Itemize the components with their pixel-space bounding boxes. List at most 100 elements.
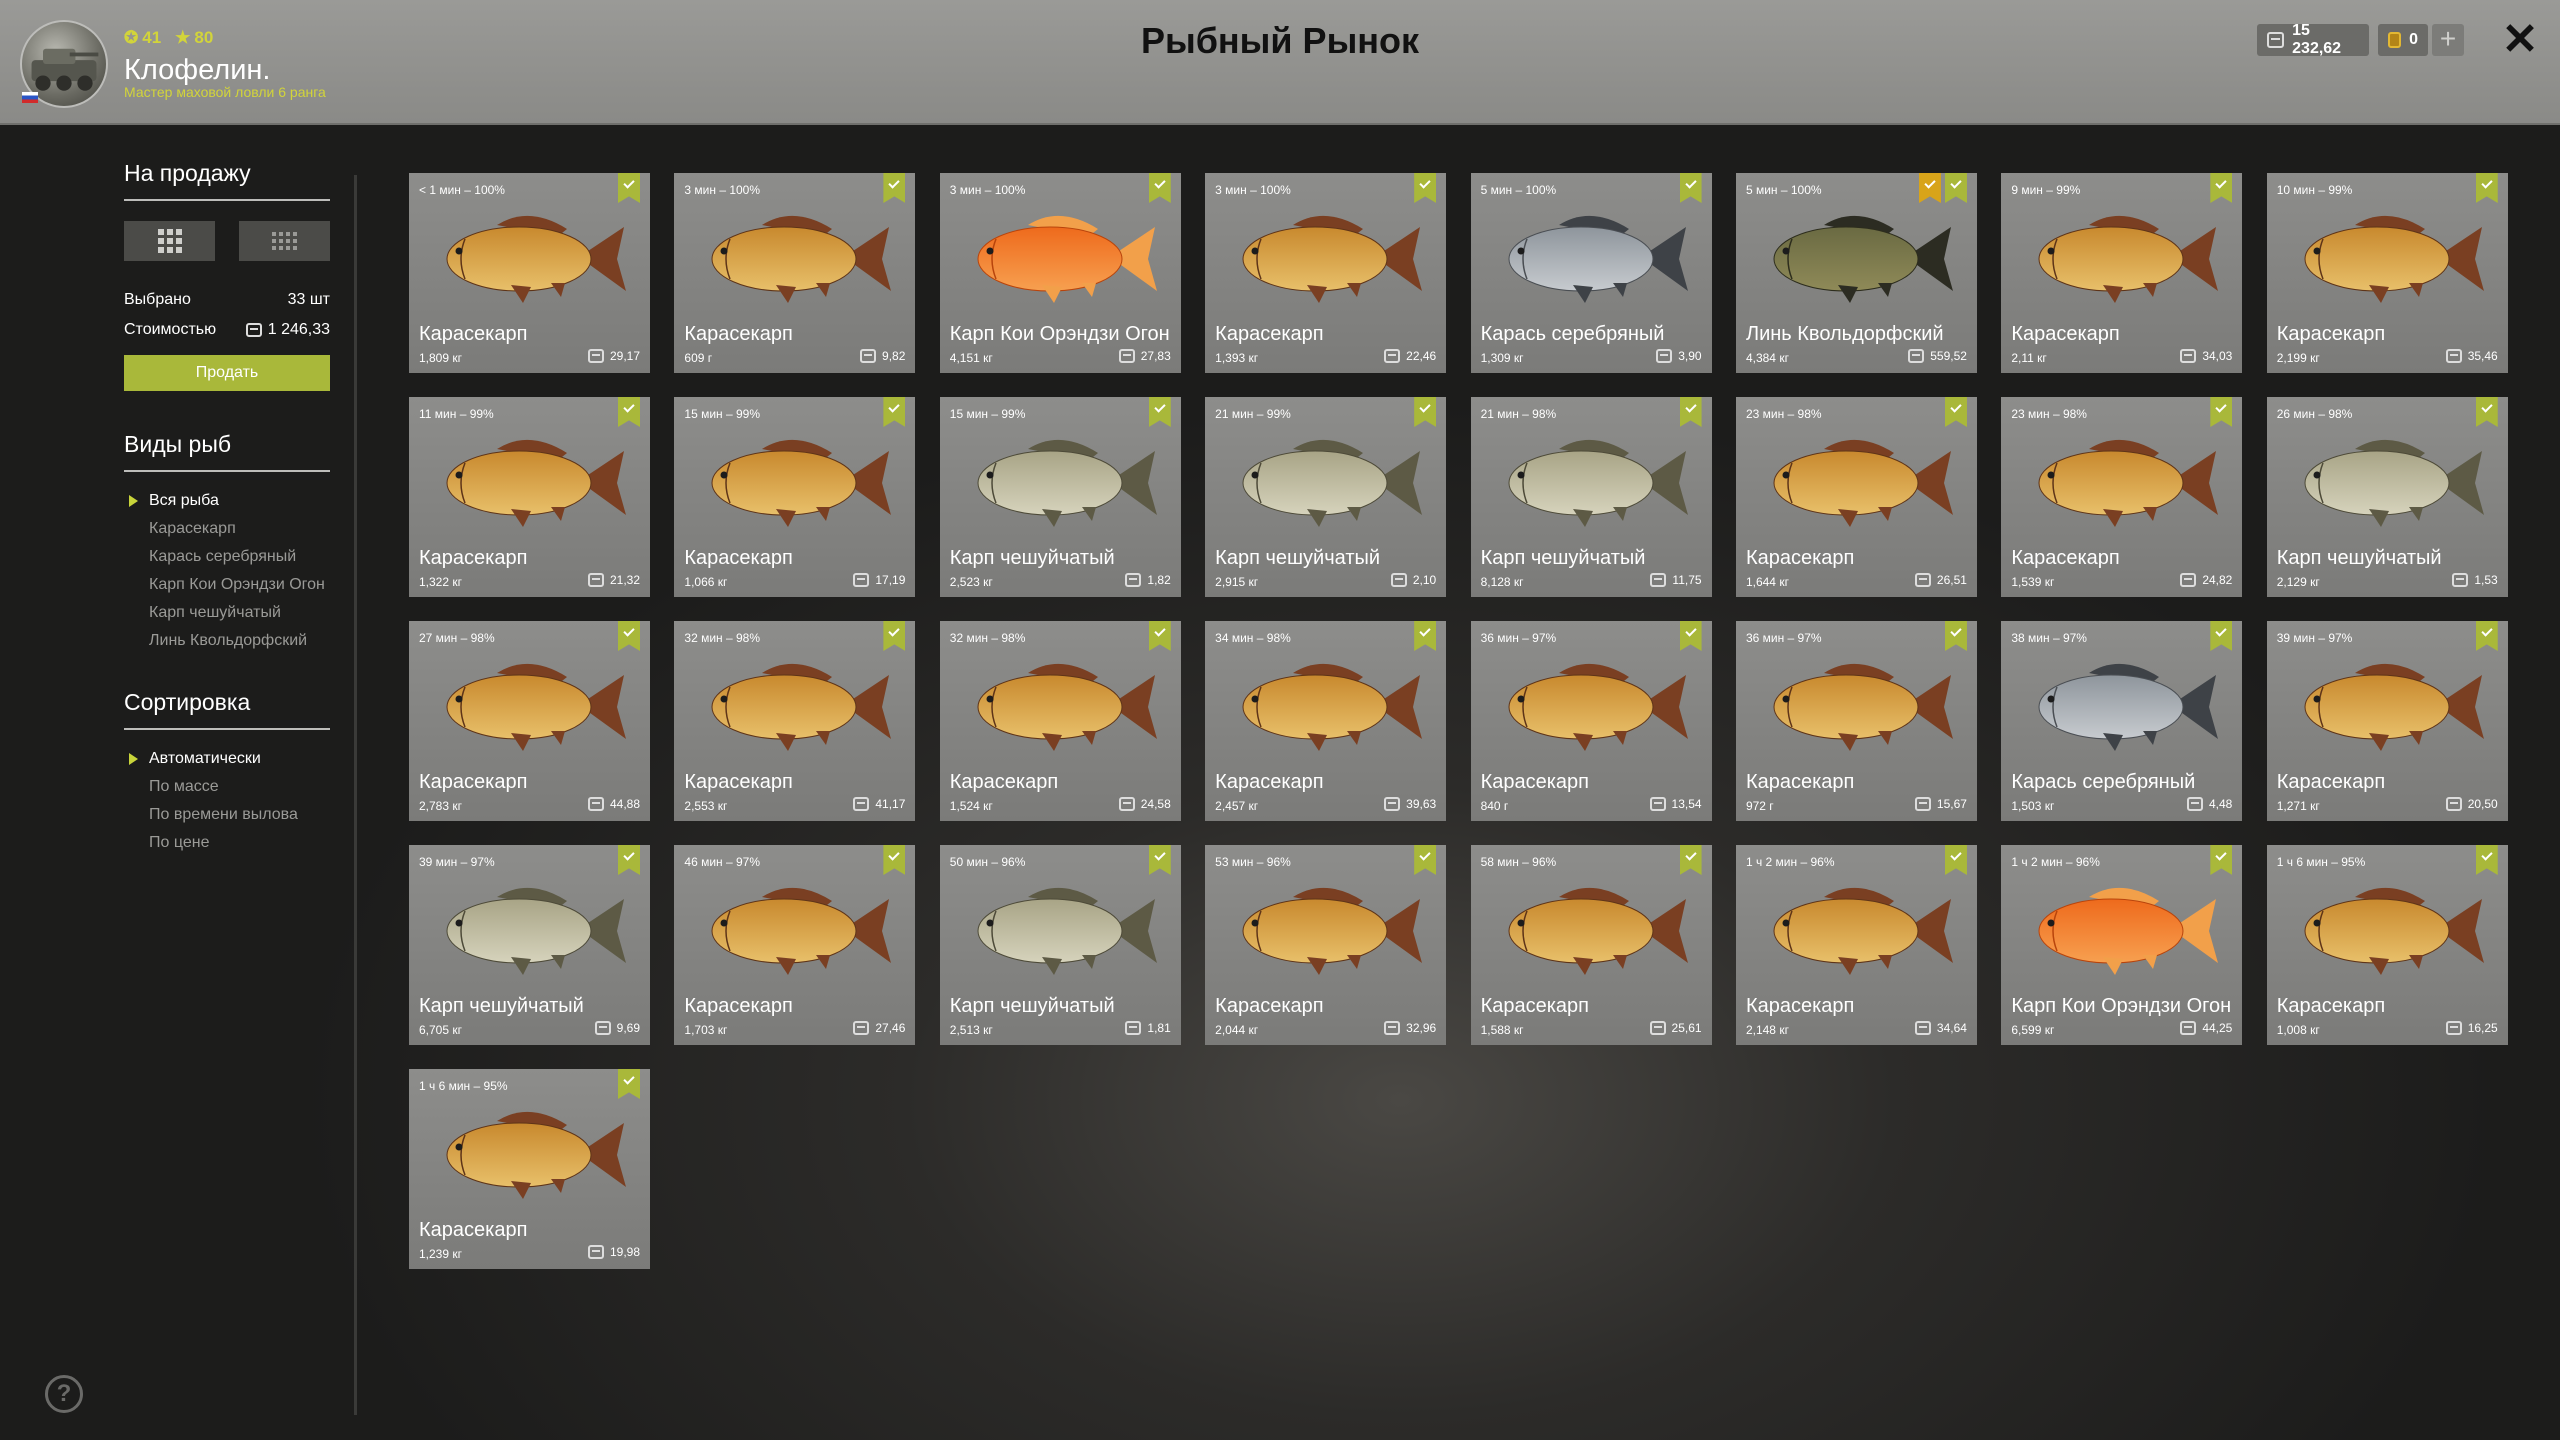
fish-weight: 6,705 кг <box>419 1023 462 1037</box>
add-currency-button[interactable]: + <box>2432 24 2464 56</box>
fish-name: Карп чешуйчатый <box>419 995 584 1017</box>
fish-card[interactable]: 26 мин – 98% Карп чешуйчатый 2,129 кг 1,53 <box>2266 397 2508 597</box>
fish-card[interactable]: 50 мин – 96% Карп чешуйчатый 2,513 кг 1,81 <box>939 845 1181 1045</box>
sell-button[interactable]: Продать <box>124 355 330 391</box>
fish-price: 24,82 <box>2180 573 2232 587</box>
species-filter-item[interactable]: Карасекарп <box>124 520 330 537</box>
species-filter-item[interactable]: Линь Квольдорфский <box>124 632 330 649</box>
fish-card[interactable]: 38 мин – 97% Карась серебряный 1,503 кг 4,4… <box>2001 621 2243 821</box>
fish-card[interactable]: 15 мин – 99% Карп чешуйчатый 2,523 кг 1,82 <box>939 397 1181 597</box>
sort-option-price[interactable]: По цене <box>124 834 330 851</box>
fish-card[interactable]: 32 мин – 98% Карасекарп 2,553 кг 41,17 <box>674 621 916 821</box>
fish-card[interactable]: 36 мин – 97% Карасекарп 972 г 15,67 <box>1735 621 1977 821</box>
small-grid-view-button[interactable] <box>239 221 330 261</box>
fish-card[interactable]: 1 ч 2 мин – 96% Карасекарп 2,148 кг 34,64 <box>1735 845 1977 1045</box>
fish-price-value: 27,83 <box>1140 349 1171 363</box>
fish-weight: 840 г <box>1480 799 1509 813</box>
fish-card[interactable]: 9 мин – 99% Карасекарп 2,11 кг 34,03 <box>2001 173 2243 373</box>
fish-card[interactable]: 1 ч 6 мин – 95% Карасекарп 1,008 кг 16,25 <box>2266 845 2508 1045</box>
fish-grid: < 1 мин – 100% Карасекарп 1,809 кг 29,17 3 м… <box>409 173 2508 1269</box>
fish-price: 34,03 <box>2180 349 2232 363</box>
fish-image-icon <box>1508 439 1688 527</box>
species-filter-item[interactable]: Карась серебряный <box>124 548 330 565</box>
fish-catch-time: 32 мин – 98% <box>684 631 761 645</box>
silver-coin-icon <box>1390 573 1407 587</box>
silver-coin-icon <box>1125 1021 1142 1035</box>
fish-weight: 972 г <box>1745 799 1774 813</box>
fish-card[interactable]: 53 мин – 96% Карасекарп 2,044 кг 32,96 <box>1205 845 1447 1045</box>
silver-coin-icon <box>587 349 604 363</box>
species-filter-all[interactable]: Вся рыба <box>124 492 330 509</box>
silver-coin-icon <box>1384 797 1401 811</box>
fish-image-icon <box>2038 215 2219 303</box>
fish-card[interactable]: 3 мин – 100% Карасекарп 609 г 9,82 <box>674 173 916 373</box>
fish-card[interactable]: 1 ч 2 мин – 96% Карп Кои Орэндзи Огон 6,59… <box>2001 845 2243 1045</box>
silver-coin-icon <box>594 1021 611 1035</box>
fish-image-icon <box>2038 663 2219 751</box>
fish-image-icon <box>1242 439 1423 527</box>
fish-card[interactable]: 3 мин – 100% Карасекарп 1,393 кг 22,46 <box>1205 173 1447 373</box>
fish-card[interactable]: 36 мин – 97% Карасекарп 840 г 13,54 <box>1470 621 1712 821</box>
sort-option-time[interactable]: По времени вылова <box>124 806 330 823</box>
fish-image-icon <box>2304 215 2484 303</box>
fish-card[interactable]: 34 мин – 98% Карасекарп 2,457 кг 39,63 <box>1205 621 1447 821</box>
fish-card[interactable]: 23 мин – 98% Карасекарп 1,539 кг 24,82 <box>2001 397 2243 597</box>
sort-option-mass[interactable]: По массе <box>124 778 330 795</box>
sort-list: Автоматически По массе По времени вылова… <box>124 750 330 851</box>
fish-price: 24,58 <box>1118 797 1171 811</box>
fish-name: Карась серебряный <box>2011 771 2196 793</box>
fish-price-value: 27,46 <box>875 1021 906 1035</box>
fish-card[interactable]: 5 мин – 100% Линь Квольдорфский 4,384 кг 55… <box>1735 173 1977 373</box>
fish-price-value: 29,17 <box>609 349 640 363</box>
fish-card[interactable]: 21 мин – 99% Карп чешуйчатый 2,915 кг 2,10 <box>1205 397 1447 597</box>
fish-catch-time: 50 мин – 96% <box>949 855 1026 869</box>
fish-catch-time: 39 мин – 97% <box>419 855 495 869</box>
fish-card[interactable]: 3 мин – 100% Карп Кои Орэндзи Огон 4,151 к… <box>939 173 1181 373</box>
fish-image-icon <box>2038 887 2219 975</box>
fish-card[interactable]: 39 мин – 97% Карасекарп 1,271 кг 20,50 <box>2266 621 2508 821</box>
fish-price: 26,51 <box>1914 573 1967 587</box>
fish-card[interactable]: 58 мин – 96% Карасекарп 1,588 кг 25,61 <box>1470 845 1712 1045</box>
fish-price: 34,64 <box>1914 1021 1967 1035</box>
fish-image-icon <box>1508 887 1688 975</box>
fish-catch-time: 39 мин – 97% <box>2276 631 2353 645</box>
fish-weight: 1,588 кг <box>1480 1023 1524 1037</box>
fish-weight: 1,239 кг <box>419 1247 462 1261</box>
help-icon[interactable]: ? <box>45 1375 83 1413</box>
fish-image-icon <box>446 887 626 975</box>
fish-name: Карасекарп <box>684 323 793 345</box>
fish-name: Карасекарп <box>1215 323 1324 345</box>
fish-price: 1,53 <box>2452 573 2498 587</box>
fish-price-value: 20,50 <box>2467 797 2498 811</box>
fish-price-value: 39,63 <box>1406 797 1437 811</box>
close-icon[interactable]: ✕ <box>2500 18 2540 62</box>
fish-card[interactable]: 15 мин – 99% Карасекарп 1,066 кг 17,19 <box>674 397 916 597</box>
fish-card[interactable]: < 1 мин – 100% Карасекарп 1,809 кг 29,17 <box>409 173 650 373</box>
fish-card[interactable]: 46 мин – 97% Карасекарп 1,703 кг 27,46 <box>674 845 916 1045</box>
silver-coin-icon <box>2445 1021 2462 1035</box>
fish-card[interactable]: 11 мин – 99% Карасекарп 1,322 кг 21,32 <box>409 397 650 597</box>
fish-name: Карасекарп <box>949 771 1059 793</box>
fish-card[interactable]: 32 мин – 98% Карасекарп 1,524 кг 24,58 <box>939 621 1181 821</box>
fish-card[interactable]: 21 мин – 98% Карп чешуйчатый 8,128 кг 11,75 <box>1470 397 1712 597</box>
silver-coin-icon <box>1914 1021 1931 1035</box>
silver-coin-icon <box>853 1021 870 1035</box>
fish-image-icon <box>977 439 1157 527</box>
large-grid-view-button[interactable] <box>124 221 215 261</box>
fish-name: Карасекарп <box>2011 547 2120 569</box>
fish-card[interactable]: 1 ч 6 мин – 95% Карасекарп 1,239 кг 19,98 <box>409 1069 650 1269</box>
fish-weight: 1,503 кг <box>2011 799 2055 813</box>
fish-weight: 2,513 кг <box>949 1023 993 1037</box>
small-grid-icon <box>272 232 297 250</box>
fish-card[interactable]: 23 мин – 98% Карасекарп 1,644 кг 26,51 <box>1735 397 1977 597</box>
fish-weight: 1,309 кг <box>1480 351 1524 365</box>
species-filter-item[interactable]: Карп Кои Орэндзи Огон <box>124 576 330 593</box>
fish-catch-time: 23 мин – 98% <box>1745 407 1822 421</box>
sort-option-auto[interactable]: Автоматически <box>124 750 330 767</box>
species-filter-item[interactable]: Карп чешуйчатый <box>124 604 330 621</box>
fish-card[interactable]: 27 мин – 98% Карасекарп 2,783 кг 44,88 <box>409 621 650 821</box>
fish-card[interactable]: 39 мин – 97% Карп чешуйчатый 6,705 кг 9,69 <box>409 845 650 1045</box>
fish-card[interactable]: 10 мин – 99% Карасекарп 2,199 кг 35,46 <box>2266 173 2508 373</box>
gold-coin-icon <box>2388 32 2402 48</box>
fish-card[interactable]: 5 мин – 100% Карась серебряный 1,309 кг 3,9… <box>1470 173 1712 373</box>
